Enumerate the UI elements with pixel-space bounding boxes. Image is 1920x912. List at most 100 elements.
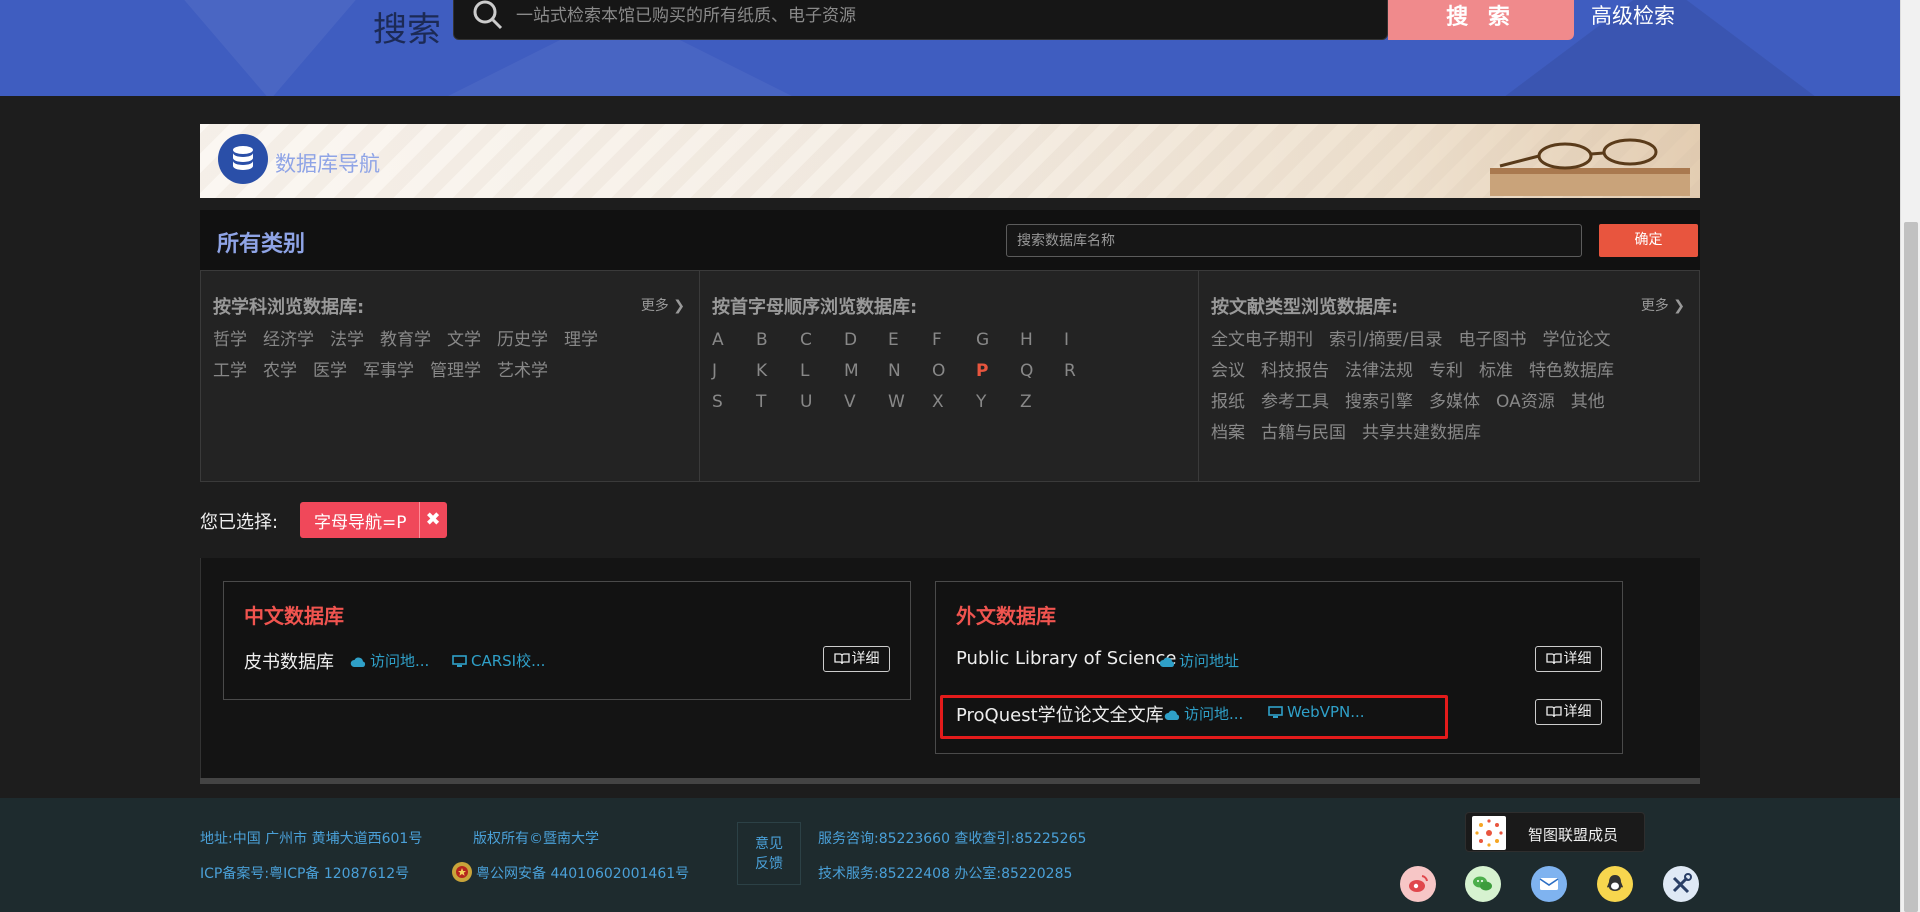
doctype-link[interactable]: 古籍与民国 [1261, 418, 1346, 449]
footer-police[interactable]: 粤公网安备 44010602001461号 [476, 863, 689, 883]
doctype-link[interactable]: 档案 [1211, 418, 1245, 449]
letter-link[interactable]: C [800, 325, 844, 356]
letter-link[interactable]: H [1020, 325, 1064, 356]
doctype-link[interactable]: 参考工具 [1261, 387, 1329, 418]
letter-link[interactable]: G [976, 325, 1020, 356]
weibo-icon[interactable] [1400, 866, 1436, 902]
subject-link[interactable]: 艺术学 [497, 356, 548, 387]
letter-link[interactable]: B [756, 325, 800, 356]
letter-link[interactable]: L [800, 356, 844, 387]
global-search-input[interactable]: 一站式检索本馆已购买的所有纸质、电子资源 [453, 0, 1388, 40]
doctype-link[interactable]: 报纸 [1211, 387, 1245, 418]
doctype-link[interactable]: 标准 [1479, 356, 1513, 387]
doctype-link[interactable]: OA资源 [1496, 387, 1555, 418]
subject-more-link[interactable]: 更多 ❯ [641, 295, 685, 315]
search-placeholder: 一站式检索本馆已购买的所有纸质、电子资源 [516, 6, 856, 26]
subject-link[interactable]: 军事学 [363, 356, 414, 387]
alliance-text: 智图联盟成员 [1528, 826, 1619, 844]
letter-link[interactable]: T [756, 387, 800, 418]
footer-tech: 技术服务:85222408 办公室:85220285 [818, 866, 1073, 882]
letter-link[interactable]: V [844, 387, 888, 418]
letter-link[interactable]: I [1064, 325, 1108, 356]
doctype-link[interactable]: 法律法规 [1345, 356, 1413, 387]
letter-link[interactable]: J [712, 356, 756, 387]
subject-link[interactable]: 历史学 [497, 325, 548, 356]
doctype-browse-title: 按文献类型浏览数据库: [1211, 297, 1399, 318]
chinese-db-card: 中文数据库 皮书数据库 访问地... CARSI校... 详细 [223, 581, 911, 700]
results-panel: 中文数据库 皮书数据库 访问地... CARSI校... 详细 外文数据库 Pu… [200, 558, 1700, 784]
doctype-link[interactable]: 全文电子期刊 [1211, 325, 1313, 356]
letter-link[interactable]: A [712, 325, 756, 356]
subject-link[interactable]: 医学 [313, 356, 347, 387]
close-icon[interactable]: ✖ [418, 502, 447, 538]
carsi-link[interactable]: CARSI校... [452, 650, 545, 671]
doctype-link[interactable]: 索引/摘要/目录 [1329, 325, 1442, 356]
doctype-more-link[interactable]: 更多 ❯ [1641, 295, 1685, 315]
filter-tag[interactable]: 字母导航=P ✖ [300, 502, 447, 538]
subject-link[interactable]: 教育学 [380, 325, 431, 356]
alliance-badge[interactable]: 智图联盟成员 [1465, 812, 1645, 852]
letter-link[interactable]: Y [976, 387, 1020, 418]
doctype-link[interactable]: 学位论文 [1542, 325, 1610, 356]
letter-link[interactable]: F [932, 325, 976, 356]
letter-link[interactable]: Z [1020, 387, 1064, 418]
feedback-button[interactable]: 意见 反馈 [737, 822, 801, 885]
doctype-link[interactable]: 共享共建数据库 [1362, 418, 1481, 449]
letter-link[interactable]: R [1064, 356, 1108, 387]
doctype-link[interactable]: 其他 [1571, 387, 1605, 418]
detail-button[interactable]: 详细 [1535, 699, 1602, 725]
subject-link[interactable]: 哲学 [213, 325, 247, 356]
database-search-input[interactable] [1007, 225, 1581, 256]
doctype-link[interactable]: 特色数据库 [1529, 356, 1614, 387]
letter-link[interactable]: P [976, 356, 1020, 387]
letter-link[interactable]: D [844, 325, 888, 356]
doctype-link[interactable]: 多媒体 [1429, 387, 1480, 418]
results-divider [200, 778, 1700, 784]
access-link[interactable]: 访问地... [350, 650, 429, 671]
letter-link[interactable]: K [756, 356, 800, 387]
doctype-link[interactable]: 专利 [1429, 356, 1463, 387]
search-label: 搜索 [373, 10, 441, 50]
subject-link[interactable]: 法学 [330, 325, 364, 356]
doctype-link[interactable]: 电子图书 [1458, 325, 1526, 356]
confirm-button[interactable]: 确定 [1599, 224, 1698, 257]
subject-link[interactable]: 理学 [564, 325, 598, 356]
mail-icon[interactable] [1531, 866, 1567, 902]
advanced-search-link[interactable]: 高级检索 [1591, 0, 1675, 30]
letter-link[interactable]: O [932, 356, 976, 387]
tools-icon[interactable] [1663, 866, 1699, 902]
page-scrollbar[interactable] [1900, 0, 1920, 912]
letter-link[interactable]: W [888, 387, 932, 418]
letter-link[interactable]: U [800, 387, 844, 418]
db-name[interactable]: Public Library of Science [956, 648, 1177, 669]
subject-link[interactable]: 管理学 [430, 356, 481, 387]
scrollbar-thumb[interactable] [1904, 222, 1918, 912]
database-nav-title: 数据库导航 [275, 152, 380, 176]
doctype-link[interactable]: 搜索引擎 [1345, 387, 1413, 418]
letter-link[interactable]: Q [1020, 356, 1064, 387]
book-icon [833, 653, 850, 665]
search-button[interactable]: 搜 索 [1388, 0, 1574, 40]
subject-browse-title: 按学科浏览数据库: [213, 297, 365, 318]
subject-link[interactable]: 经济学 [263, 325, 314, 356]
doctype-link[interactable]: 科技报告 [1261, 356, 1329, 387]
database-search-field[interactable] [1006, 224, 1582, 257]
wechat-icon[interactable] [1465, 866, 1501, 902]
doctype-link[interactable]: 会议 [1211, 356, 1245, 387]
access-link[interactable]: 访问地址 [1159, 650, 1239, 671]
letter-link[interactable]: E [888, 325, 932, 356]
subject-link[interactable]: 文学 [447, 325, 481, 356]
footer-icp[interactable]: ICP备案号:粤ICP备 12087612号 [200, 863, 409, 883]
subject-link[interactable]: 工学 [213, 356, 247, 387]
letter-link[interactable]: S [712, 387, 756, 418]
detail-button[interactable]: 详细 [823, 646, 890, 672]
subject-link[interactable]: 农学 [263, 356, 297, 387]
cloud-icon [1159, 657, 1175, 667]
db-name[interactable]: 皮书数据库 [244, 648, 334, 674]
detail-button[interactable]: 详细 [1535, 646, 1602, 672]
qq-icon[interactable] [1597, 866, 1633, 902]
all-categories-title: 所有类别 [217, 232, 306, 257]
letter-link[interactable]: M [844, 356, 888, 387]
letter-link[interactable]: X [932, 387, 976, 418]
letter-link[interactable]: N [888, 356, 932, 387]
